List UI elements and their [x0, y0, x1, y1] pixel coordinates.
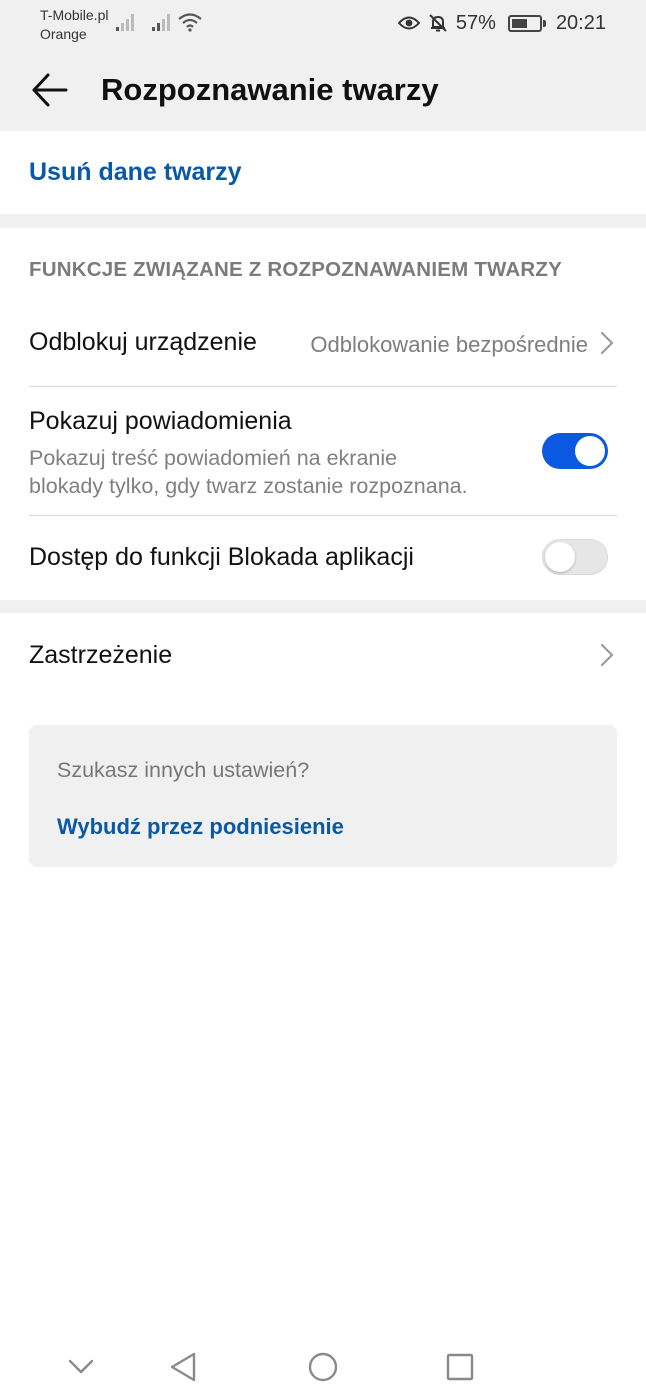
- disclaimer-row[interactable]: Zastrzeżenie: [0, 613, 646, 699]
- delete-face-data-button[interactable]: Usuń dane twarzy: [0, 131, 646, 214]
- hide-nav-button[interactable]: [61, 1347, 101, 1387]
- page-title: Rozpoznawanie twarzy: [101, 72, 439, 107]
- section-divider: [0, 600, 646, 613]
- nav-back-button[interactable]: [164, 1347, 204, 1387]
- show-notifications-subtitle-line2: blokady tylko, gdy twarz zostanie rozpoz…: [29, 474, 468, 498]
- raise-to-wake-link[interactable]: Wybudź przez podniesienie: [57, 814, 344, 840]
- battery-icon: [507, 14, 546, 32]
- show-notifications-subtitle-line1: Pokazuj treść powiadomień na ekranie: [29, 446, 398, 470]
- back-triangle-icon: [170, 1352, 196, 1382]
- carrier-labels: T-Mobile.pl Orange: [40, 6, 108, 44]
- app-lock-access-toggle[interactable]: [542, 539, 608, 575]
- chevron-right-icon: [600, 643, 614, 667]
- battery-percent: 57%: [455, 11, 496, 34]
- unlock-device-title: Odblokuj urządzenie: [29, 328, 257, 356]
- suggestion-card: Szukasz innych ustawień? Wybudź przez po…: [29, 725, 617, 867]
- signal-icon: [152, 14, 170, 31]
- nav-recents-button[interactable]: [440, 1347, 480, 1387]
- app-bar: Rozpoznawanie twarzy: [0, 48, 646, 131]
- navigation-bar: [0, 1330, 646, 1400]
- home-circle-icon: [308, 1352, 338, 1382]
- show-notifications-toggle[interactable]: [542, 433, 608, 469]
- signal-icon: [116, 14, 134, 31]
- bell-off-icon: [429, 14, 447, 32]
- status-bar: T-Mobile.pl Orange 57% 20:21: [0, 0, 646, 48]
- unlock-device-row[interactable]: Odblokuj urządzenie Odblokowanie bezpośr…: [0, 300, 646, 386]
- arrow-left-icon: [32, 73, 68, 107]
- suggestion-card-title: Szukasz innych ustawień?: [57, 758, 310, 782]
- show-notifications-subtitle: Pokazuj treść powiadomień na ekranie blo…: [29, 444, 519, 500]
- wifi-icon: [178, 13, 202, 32]
- toggle-knob: [575, 436, 605, 466]
- chevron-down-icon: [68, 1359, 94, 1374]
- delete-face-data-label: Usuń dane twarzy: [29, 158, 242, 186]
- disclaimer-title: Zastrzeżenie: [29, 641, 173, 669]
- carrier-name-primary: T-Mobile.pl: [40, 7, 109, 23]
- section-header: FUNKCJE ZWIĄZANE Z ROZPOZNAWANIEM TWARZY: [29, 258, 563, 281]
- toggle-knob: [545, 542, 575, 572]
- show-notifications-title: Pokazuj powiadomienia: [29, 407, 292, 435]
- chevron-right-icon: [600, 331, 614, 355]
- eye-icon: [397, 16, 420, 30]
- section-divider: [0, 214, 646, 228]
- recents-square-icon: [446, 1353, 474, 1381]
- unlock-device-value: Odblokowanie bezpośrednie: [310, 332, 588, 357]
- status-right-group: 57% 20:21: [397, 10, 606, 36]
- nav-home-button[interactable]: [303, 1347, 343, 1387]
- app-lock-access-title: Dostęp do funkcji Blokada aplikacji: [29, 543, 414, 571]
- back-button[interactable]: [28, 70, 72, 110]
- carrier-name-secondary: Orange: [40, 26, 87, 42]
- clock: 20:21: [555, 11, 606, 34]
- battery-level-fill: [511, 18, 527, 28]
